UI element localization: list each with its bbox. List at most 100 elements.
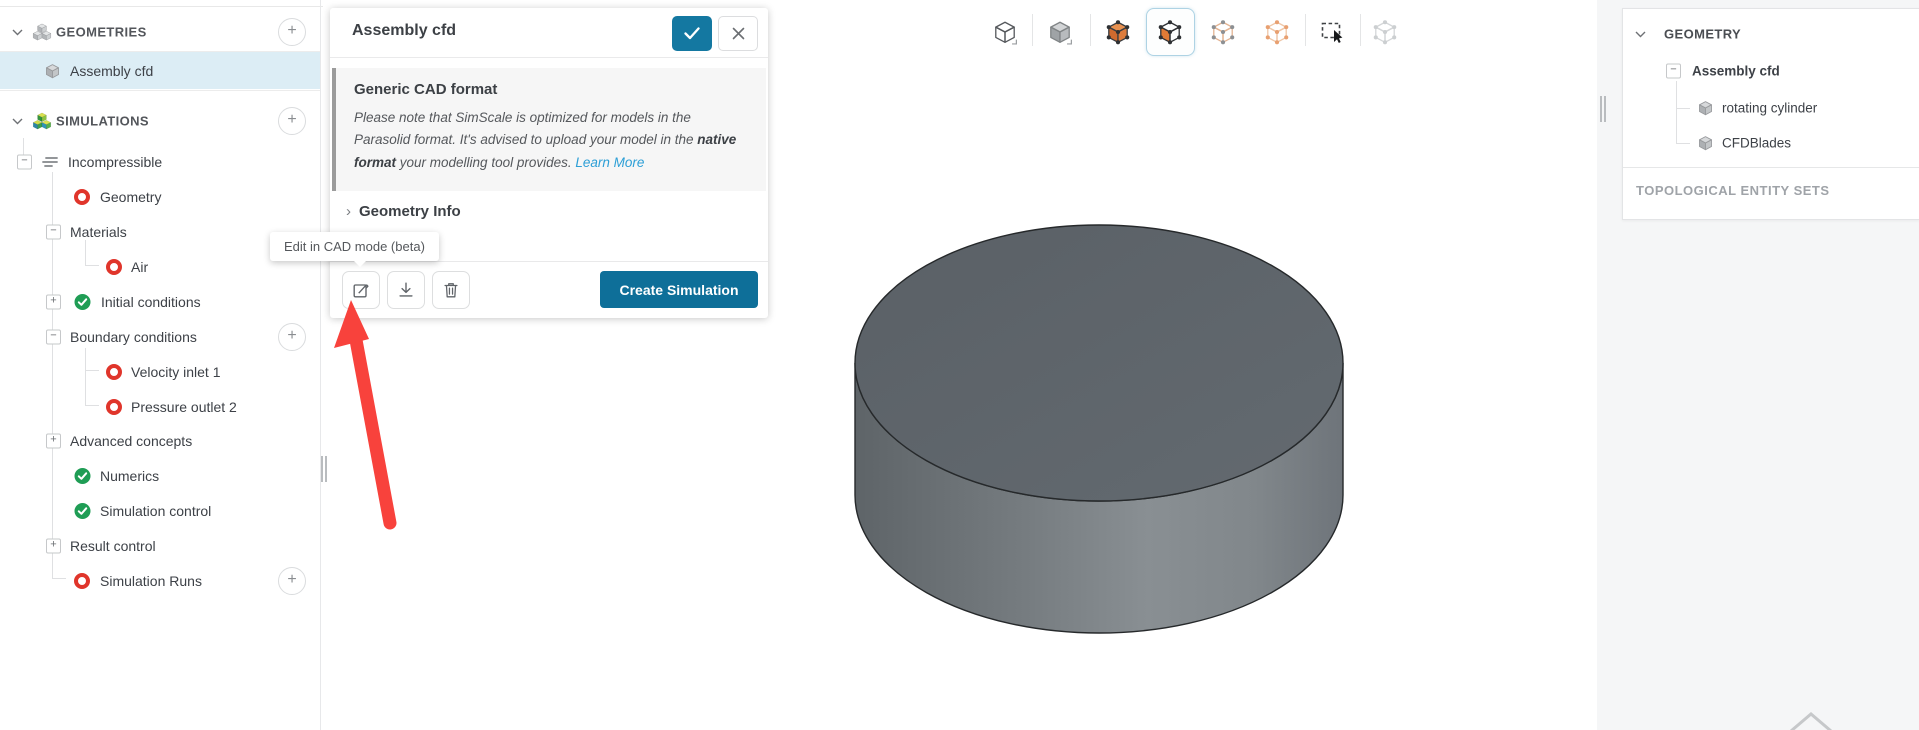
- tree-item-label: SIMULATIONS: [56, 113, 149, 129]
- tree-item-label: Materials: [70, 224, 127, 240]
- toolbar-separator: [1032, 14, 1033, 46]
- tree-item-incompressible[interactable]: − Incompressible: [0, 145, 320, 179]
- view-solid-cube-icon[interactable]: [1047, 19, 1073, 45]
- toolbar-separator: [1305, 14, 1306, 46]
- tree-item-label: Numerics: [100, 468, 160, 484]
- view-wireframe-cube-icon[interactable]: [992, 19, 1018, 45]
- tree-item-label: Initial conditions: [101, 294, 201, 310]
- collapse-toggle[interactable]: −: [17, 154, 32, 170]
- status-complete-icon: [74, 503, 91, 520]
- collapse-toggle[interactable]: −: [1666, 63, 1681, 79]
- cubes-color-icon: [31, 110, 53, 132]
- topological-entity-sets-label[interactable]: TOPOLOGICAL ENTITY SETS: [1636, 183, 1830, 198]
- tree-item-initial-conditions[interactable]: + Initial conditions: [0, 285, 320, 319]
- viewport-cylinder-model[interactable]: [830, 200, 1370, 640]
- tree-item-label: Incompressible: [68, 154, 163, 170]
- annotation-arrow: [334, 300, 397, 530]
- tree-item-label: Assembly cfd: [70, 62, 154, 79]
- delete-geometry-button[interactable]: [432, 271, 470, 309]
- flow-lines-icon: [40, 154, 60, 170]
- divider: [1623, 167, 1919, 168]
- tooltip: Edit in CAD mode (beta): [270, 232, 439, 267]
- tree-item-label: Simulation control: [100, 503, 212, 519]
- tree-item-label: rotating cylinder: [1722, 100, 1818, 116]
- collapse-toggle[interactable]: −: [46, 329, 61, 345]
- cubes-gray-icon: [31, 21, 53, 43]
- tree-item-advanced-concepts[interactable]: + Advanced concepts: [0, 424, 320, 458]
- close-button[interactable]: [718, 16, 758, 51]
- right-panel-scrollbar[interactable]: [1600, 96, 1606, 122]
- add-simulations-button[interactable]: +: [278, 107, 306, 135]
- tree-item-label: Boundary conditions: [70, 329, 197, 345]
- confirm-button[interactable]: [672, 16, 712, 51]
- add-geometries-button[interactable]: +: [278, 18, 306, 46]
- status-incomplete-icon: [74, 189, 90, 205]
- divider: [0, 6, 323, 7]
- app: GEOMETRIES + Assembly cfd SIMULATIONS + − Inco…: [0, 0, 1919, 730]
- chevron-down-icon[interactable]: [1635, 31, 1646, 38]
- chevron-up-icon[interactable]: [1789, 710, 1833, 730]
- notice-heading: Generic CAD format: [354, 81, 498, 98]
- geometry-info-section-toggle[interactable]: › Geometry Info: [346, 203, 768, 220]
- add-boundary-conditions-button[interactable]: +: [278, 323, 306, 351]
- scene-tree-item-assembly-cfd[interactable]: − Assembly cfd: [1623, 54, 1919, 88]
- divider: [0, 90, 320, 91]
- tree-item-simulation-runs[interactable]: Simulation Runs +: [0, 564, 320, 598]
- learn-more-link[interactable]: Learn More: [575, 155, 644, 170]
- tree-section-simulations[interactable]: SIMULATIONS +: [0, 104, 320, 138]
- tree-item-simulation-control[interactable]: Simulation control: [0, 494, 320, 528]
- box-select-icon[interactable]: [1320, 19, 1346, 45]
- tree-item-label: Simulation Runs: [100, 573, 202, 589]
- status-incomplete-icon: [106, 364, 122, 380]
- cad-format-notice: Generic CAD format Please note that SimS…: [332, 68, 766, 191]
- notice-body: Please note that SimScale is optimized f…: [354, 107, 748, 174]
- chevron-down-icon[interactable]: [12, 29, 23, 36]
- create-simulation-button[interactable]: Create Simulation: [600, 271, 758, 308]
- tree-item-label: Advanced concepts: [70, 433, 193, 449]
- collapse-toggle[interactable]: −: [46, 224, 61, 240]
- chevron-down-icon[interactable]: [12, 118, 23, 125]
- panel-title: Assembly cfd: [352, 22, 457, 39]
- tree-item-numerics[interactable]: Numerics: [0, 459, 320, 493]
- tree-item-label: Geometry: [100, 189, 162, 205]
- select-vertex-icon[interactable]: [1264, 19, 1290, 45]
- add-simulation-runs-button[interactable]: +: [278, 567, 306, 595]
- expand-toggle[interactable]: +: [46, 433, 61, 449]
- expand-toggle[interactable]: +: [46, 294, 61, 310]
- toolbar-separator: [1090, 14, 1091, 46]
- check-icon: [684, 27, 700, 40]
- status-complete-icon: [74, 294, 91, 311]
- tree-item-boundary-conditions[interactable]: − Boundary conditions +: [0, 320, 320, 354]
- tree-item-label: Velocity inlet 1: [131, 364, 221, 380]
- expand-toggle[interactable]: +: [46, 538, 61, 554]
- cube-icon: [1697, 100, 1714, 117]
- simulation-tree-sidebar: GEOMETRIES + Assembly cfd SIMULATIONS + − Inco…: [0, 0, 323, 730]
- select-assembly-icon[interactable]: [1372, 19, 1398, 45]
- chevron-right-icon: ›: [346, 202, 351, 220]
- status-incomplete-icon: [74, 573, 90, 589]
- tree-item-label: Air: [131, 259, 149, 275]
- tree-item-pressure-outlet-2[interactable]: Pressure outlet 2: [0, 390, 320, 424]
- tree-item-label: CFDBlades: [1722, 135, 1792, 151]
- tree-item-assembly-cfd[interactable]: Assembly cfd: [0, 52, 320, 89]
- trash-icon: [441, 280, 461, 300]
- tree-item-label: Pressure outlet 2: [131, 399, 237, 415]
- toolbar-separator: [1360, 14, 1361, 46]
- tree-item-label: GEOMETRIES: [56, 24, 147, 40]
- scene-tree-item-rotating-cylinder[interactable]: rotating cylinder: [1623, 91, 1919, 125]
- select-face-icon[interactable]: [1157, 19, 1183, 45]
- tree-section-geometry[interactable]: GEOMETRY: [1623, 17, 1919, 51]
- geometry-panel-header: Assembly cfd: [330, 8, 768, 58]
- status-incomplete-icon: [106, 399, 122, 415]
- geometry-info-label: Geometry Info: [359, 202, 461, 220]
- scene-tree-item-cfdblades[interactable]: CFDBlades: [1623, 126, 1919, 160]
- tree-item-result-control[interactable]: + Result control: [0, 529, 320, 563]
- tree-item-velocity-inlet-1[interactable]: Velocity inlet 1: [0, 355, 320, 389]
- cube-icon: [44, 62, 61, 79]
- tree-item-geometry[interactable]: Geometry: [0, 180, 320, 214]
- select-edge-icon[interactable]: [1210, 19, 1236, 45]
- cube-icon: [1697, 135, 1714, 152]
- select-volume-icon[interactable]: [1105, 19, 1131, 45]
- notice-text: your modelling tool provides.: [396, 154, 576, 170]
- tree-section-geometries[interactable]: GEOMETRIES +: [0, 15, 320, 49]
